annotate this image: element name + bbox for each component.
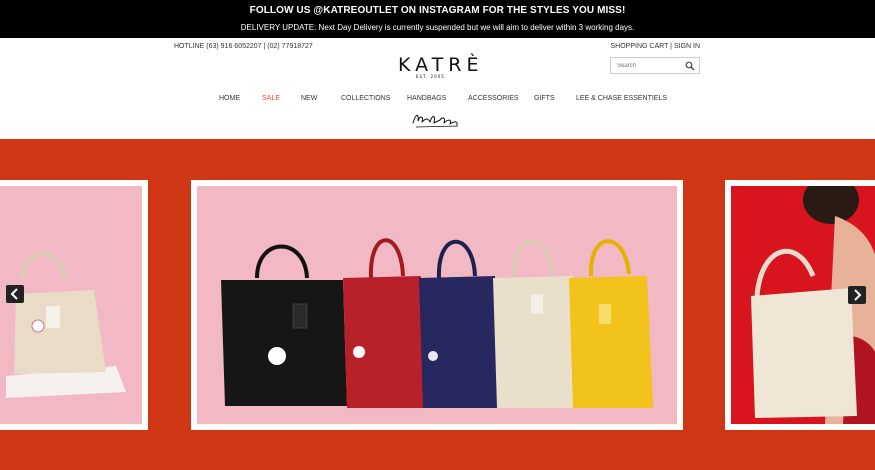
announcement-bar: FOLLOW US @KATREOUTLET ON INSTAGRAM FOR … xyxy=(0,0,875,38)
carousel-slide-next[interactable] xyxy=(725,180,875,430)
delivery-update: DELIVERY UPDATE: Next Day Delivery is cu… xyxy=(240,23,635,32)
main-nav: HOME SALE NEW COLLECTIONS HANDBAGS ACCES… xyxy=(0,95,875,107)
search-input[interactable] xyxy=(611,58,685,73)
account-links: SHOPPING CART | SIGN IN xyxy=(611,43,700,50)
chevron-left-icon xyxy=(10,288,18,300)
sign-in-link[interactable]: SIGN IN xyxy=(674,43,700,50)
nav-accessories[interactable]: ACCESSORIES xyxy=(468,95,519,102)
nav-collections[interactable]: COLLECTIONS xyxy=(341,95,390,102)
nav-home[interactable]: HOME xyxy=(219,95,240,102)
hotline-text: HOTLINE (63) 916 6052207 | (02) 77918727 xyxy=(174,43,313,50)
logo-subtext: EST. 2005 xyxy=(416,74,445,79)
signature-logo[interactable] xyxy=(410,109,462,131)
slide-image xyxy=(0,186,142,424)
nav-new[interactable]: NEW xyxy=(301,95,317,102)
carousel-slide-active[interactable] xyxy=(191,180,683,430)
carousel-slide-prev[interactable] xyxy=(0,180,148,430)
announcement-headline[interactable]: FOLLOW US @KATREOUTLET ON INSTAGRAM FOR … xyxy=(0,5,875,16)
nav-sale[interactable]: SALE xyxy=(262,95,280,102)
search-box[interactable] xyxy=(610,57,700,74)
carousel-next-button[interactable] xyxy=(848,286,866,304)
katre-logo[interactable]: KATRÈ EST. 2005 xyxy=(398,54,478,79)
slide-image xyxy=(197,186,677,424)
chevron-right-icon xyxy=(854,289,862,301)
logo-text: KATRÈ xyxy=(398,54,484,76)
carousel-prev-button[interactable] xyxy=(6,285,24,303)
nav-gifts[interactable]: GIFTS xyxy=(534,95,555,102)
shopping-cart-link[interactable]: SHOPPING CART xyxy=(611,43,669,50)
hero-carousel xyxy=(0,139,875,470)
nav-handbags[interactable]: HANDBAGS xyxy=(407,95,446,102)
slide-image xyxy=(731,186,875,424)
search-icon[interactable] xyxy=(685,61,695,71)
nav-lee-chase-essentiels[interactable]: LEE & CHASE ESSENTIELS xyxy=(576,95,667,102)
